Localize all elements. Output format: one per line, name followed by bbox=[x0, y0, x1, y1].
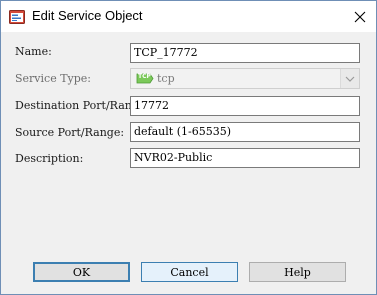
tcp-badge-text: TCP bbox=[138, 73, 151, 80]
title-bar: Edit Service Object bbox=[1, 1, 376, 32]
ok-button[interactable]: OK bbox=[33, 262, 130, 282]
source-port-field[interactable]: default (1-65535) bbox=[130, 122, 360, 142]
close-icon bbox=[354, 11, 366, 22]
window-title: Edit Service Object bbox=[32, 8, 143, 23]
name-field[interactable]: TCP_17772 bbox=[130, 43, 360, 63]
chevron-down-icon bbox=[345, 76, 355, 82]
service-type-dropdown-button[interactable] bbox=[340, 69, 359, 88]
destination-port-field[interactable]: 17772 bbox=[130, 96, 360, 116]
service-object-icon bbox=[9, 10, 25, 24]
name-label: Name: bbox=[15, 45, 52, 58]
description-label: Description: bbox=[15, 152, 84, 165]
service-type-label: Service Type: bbox=[15, 72, 92, 85]
description-field[interactable]: NVR02-Public bbox=[130, 148, 360, 168]
service-type-value: tcp bbox=[157, 72, 175, 85]
service-type-select[interactable]: TCP tcp bbox=[130, 68, 360, 89]
source-port-label: Source Port/Range: bbox=[15, 126, 125, 139]
close-button[interactable] bbox=[344, 1, 376, 32]
cancel-button[interactable]: Cancel bbox=[141, 262, 238, 282]
destination-port-label: Destination Port/Range: bbox=[15, 99, 150, 112]
help-button[interactable]: Help bbox=[249, 262, 346, 282]
edit-service-object-dialog: Edit Service Object Name: TCP_17772 Serv… bbox=[0, 0, 377, 295]
